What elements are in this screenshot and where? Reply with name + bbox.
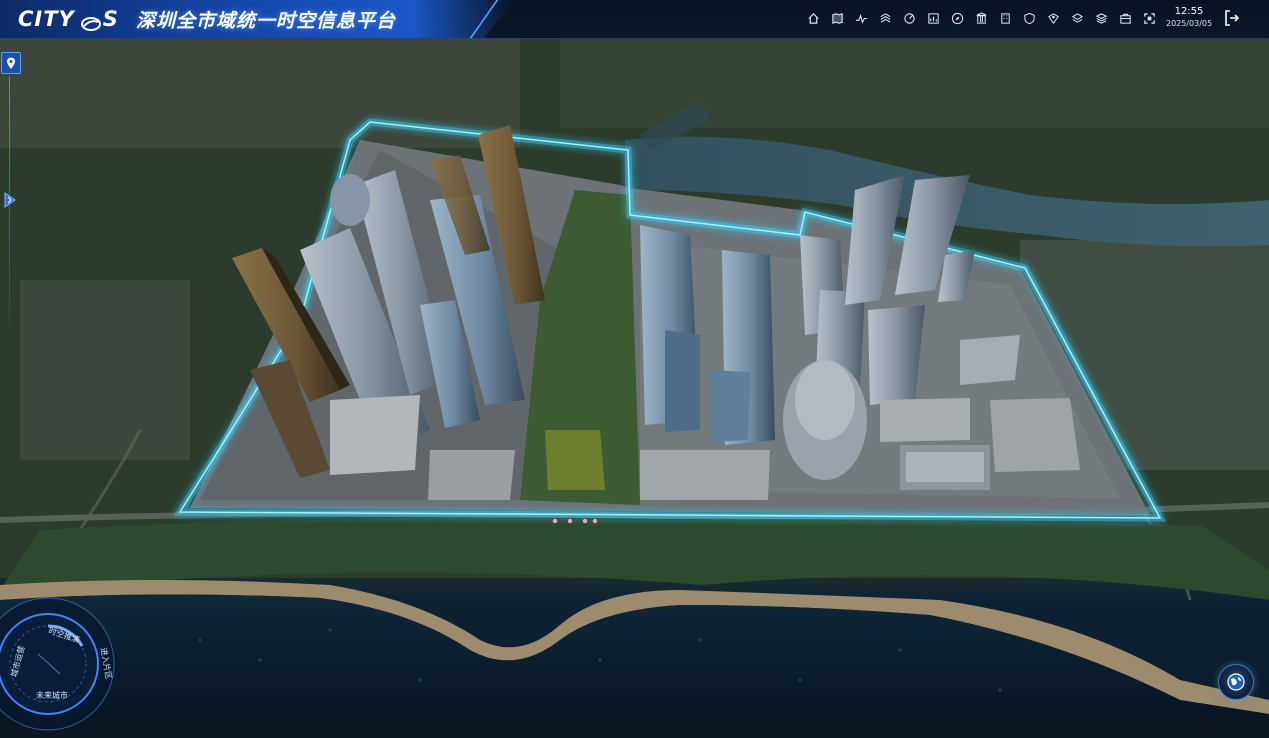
compass-icon xyxy=(951,12,964,25)
globe-button[interactable] xyxy=(1218,664,1254,700)
location-pin-icon xyxy=(7,57,15,69)
briefcase-button[interactable] xyxy=(1115,8,1136,29)
os-logo-icon xyxy=(80,12,101,31)
top-bar: CITY S 深圳全市域统一时空信息平台 12:55 2025/03/05 xyxy=(0,0,1269,39)
brand-logo[interactable]: CITY S xyxy=(18,6,119,32)
logout-icon xyxy=(1225,10,1240,26)
chart-icon xyxy=(928,13,939,24)
scene-illustration xyxy=(0,38,1269,714)
toolbar xyxy=(803,8,1160,30)
clock: 12:55 2025/03/05 xyxy=(1166,6,1212,29)
brand-text-left: CITY xyxy=(18,7,75,31)
clock-date: 2025/03/05 xyxy=(1166,19,1213,28)
left-rail xyxy=(0,52,21,332)
building-button[interactable] xyxy=(995,8,1016,29)
logout-button[interactable] xyxy=(1222,8,1242,28)
chart-button[interactable] xyxy=(923,8,944,29)
brand-text-right: S xyxy=(102,7,119,31)
home-button[interactable] xyxy=(803,8,824,29)
map-icon xyxy=(832,13,843,24)
layers-stack-icon xyxy=(880,13,891,23)
mode-dial[interactable]: 时空推演 城市运营 未来城市 进入片区 xyxy=(0,594,118,734)
page-title: 深圳全市域统一时空信息平台 xyxy=(136,10,397,32)
layers-stack-button[interactable] xyxy=(875,8,896,29)
shield-icon xyxy=(1024,12,1035,25)
globe-icon xyxy=(1227,673,1245,691)
stack-icon xyxy=(1095,13,1108,24)
location-pin-button[interactable] xyxy=(1,52,21,74)
landmark-button[interactable] xyxy=(971,8,992,29)
analysis-button[interactable] xyxy=(899,8,920,29)
compass-button[interactable] xyxy=(947,8,968,29)
layers-button[interactable] xyxy=(1067,8,1088,29)
fullscreen-button[interactable] xyxy=(1139,8,1160,29)
stack-button[interactable] xyxy=(1091,8,1112,29)
building-icon xyxy=(1001,13,1010,24)
route-button[interactable] xyxy=(851,8,872,29)
city-3d-scene[interactable] xyxy=(0,0,1269,714)
analysis-icon xyxy=(904,13,915,24)
shield-button[interactable] xyxy=(1019,8,1040,29)
clock-time: 12:55 xyxy=(1174,6,1204,17)
location-shield-icon xyxy=(1048,13,1059,25)
briefcase-icon xyxy=(1120,13,1131,24)
layers-icon xyxy=(1071,13,1084,23)
route-icon xyxy=(855,13,868,24)
home-icon xyxy=(808,13,819,24)
map-button[interactable] xyxy=(827,8,848,29)
chevron-right-icon xyxy=(4,192,16,208)
location-shield-button[interactable] xyxy=(1043,8,1064,29)
landmark-icon xyxy=(976,12,987,24)
expand-panel-button[interactable] xyxy=(3,192,17,208)
dial-label-future-city[interactable]: 未来城市 xyxy=(36,690,68,701)
fullscreen-icon xyxy=(1144,13,1155,24)
